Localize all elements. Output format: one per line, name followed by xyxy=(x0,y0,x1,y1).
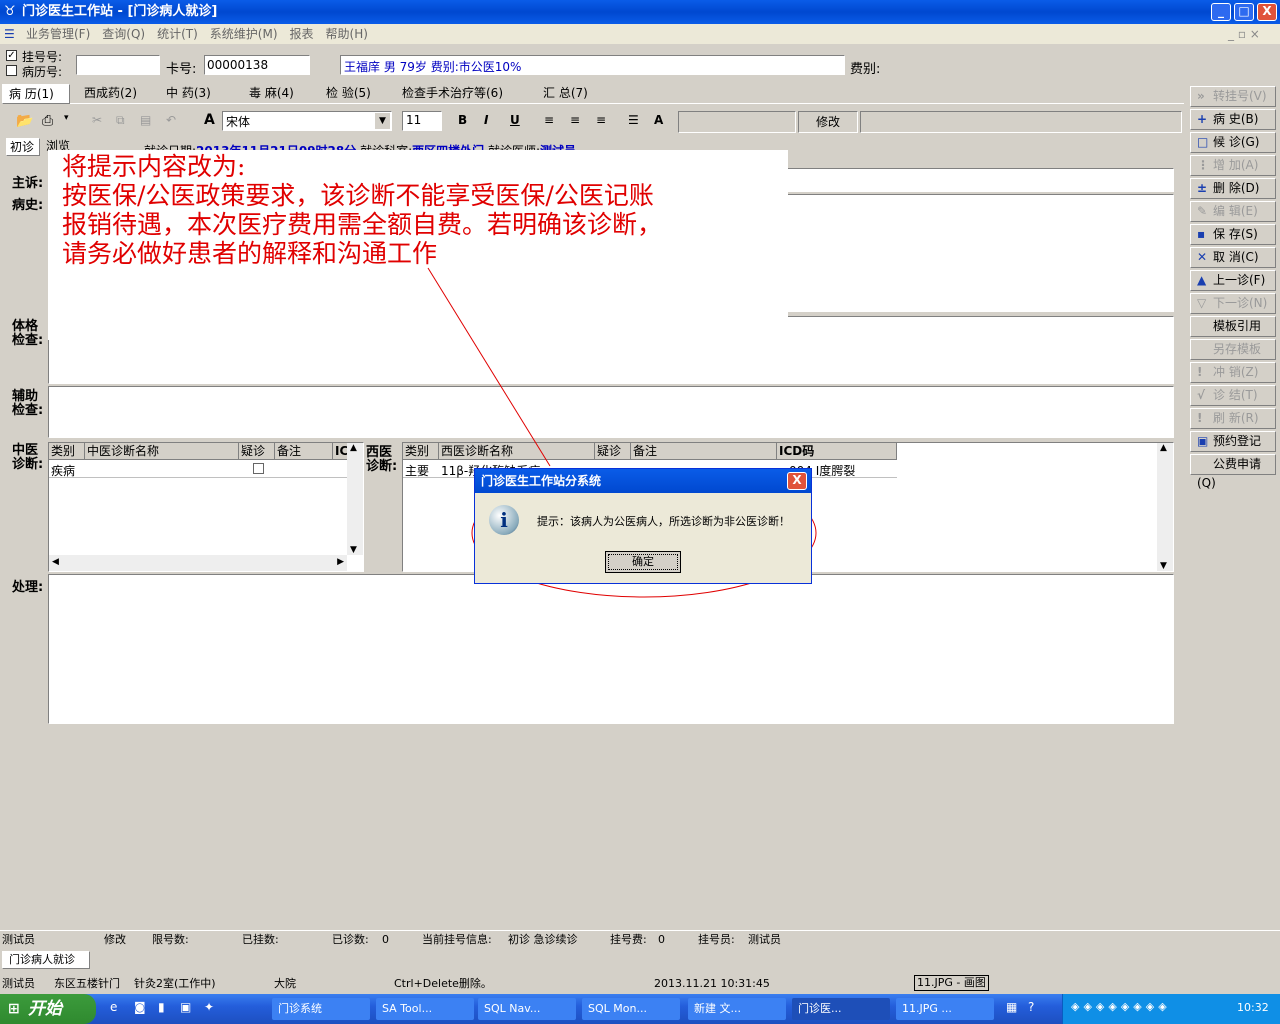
quicklaunch-icon-3[interactable]: ▮ xyxy=(158,1000,165,1014)
quicklaunch-icon-2[interactable]: ◙ xyxy=(134,1000,146,1014)
keyboard-icon[interactable]: ▦ xyxy=(1006,1000,1017,1014)
status-seen: 0 xyxy=(382,933,389,946)
taskbar-item[interactable]: 门诊医... xyxy=(792,998,890,1020)
tray-icons[interactable]: ◈◈◈◈◈◈◈◈ xyxy=(1071,1000,1171,1013)
ok-button[interactable]: 确定 xyxy=(605,551,681,573)
status2-user: 测试员 xyxy=(2,977,35,990)
taskbar: ⊞ 开始 e ◙ ▮ ▣ ✦ 门诊系统 SA Tool... SQL Nav... SQ… xyxy=(0,994,1280,1024)
dialog-close-button[interactable]: X xyxy=(787,472,807,490)
status2-campus: 大院 xyxy=(274,977,296,990)
alert-dialog: 门诊医生工作站分系统 X i 提示：该病人为公医病人，所选诊断为非公医诊断！ 确… xyxy=(474,468,812,584)
dialog-titlebar: 门诊医生工作站分系统 xyxy=(475,469,811,493)
start-button[interactable]: ⊞ 开始 xyxy=(0,994,96,1024)
status2-paint: 11.JPG - 画图 xyxy=(914,975,989,991)
taskbar-item[interactable]: SQL Nav... xyxy=(478,998,576,1020)
status-user: 测试员 xyxy=(2,933,35,946)
taskbar-item[interactable]: 11.JPG ... xyxy=(896,998,994,1020)
status2-room: 针灸2室(工作中) xyxy=(134,977,216,990)
status-current: 初诊 急诊续诊 xyxy=(508,933,578,946)
dialog-title: 门诊医生工作站分系统 xyxy=(481,474,602,488)
status-seen-label: 已诊数: xyxy=(332,933,369,946)
ie-icon[interactable]: e xyxy=(110,1000,117,1014)
status-reg-user: 测试员 xyxy=(748,933,781,946)
start-label: 开始 xyxy=(28,999,62,1019)
status-reg-user-label: 挂号员: xyxy=(698,933,735,946)
status2-dept: 东区五楼针门 xyxy=(54,977,120,990)
quicklaunch-icon-5[interactable]: ✦ xyxy=(204,1000,214,1014)
status2-hint: Ctrl+Delete删除。 xyxy=(394,977,492,990)
status-mode: 修改 xyxy=(104,933,126,946)
status-current-label: 当前挂号信息: xyxy=(422,933,492,946)
status-bar-bottom: 测试员 东区五楼针门 针灸2室(工作中) 大院 Ctrl+Delete删除。 2… xyxy=(0,975,1280,993)
windows-logo-icon: ⊞ xyxy=(8,1001,20,1017)
taskbar-item[interactable]: SQL Mon... xyxy=(582,998,680,1020)
help-icon[interactable]: ? xyxy=(1028,1000,1034,1014)
clock: 10:32 xyxy=(1237,1001,1269,1014)
dialog-message: 提示：该病人为公医病人，所选诊断为非公医诊断！ xyxy=(537,515,790,528)
system-tray: ◈◈◈◈◈◈◈◈ 10:32 xyxy=(1062,994,1280,1024)
taskbar-item[interactable]: 门诊系统 xyxy=(272,998,370,1020)
mdi-window-tab[interactable]: 门诊病人就诊 xyxy=(2,951,90,969)
quicklaunch-icon-4[interactable]: ▣ xyxy=(180,1000,191,1014)
status-limit-label: 限号数: xyxy=(152,933,189,946)
status2-datetime: 2013.11.21 10:31:45 xyxy=(654,977,770,990)
info-icon: i xyxy=(489,505,519,535)
taskbar-item[interactable]: 新建 文... xyxy=(688,998,786,1020)
status-bar: 测试员 修改 限号数: 已挂数: 已诊数: 0 当前挂号信息: 初诊 急诊续诊 … xyxy=(0,930,1280,948)
annotation-pointer-line xyxy=(427,267,551,467)
status-fee: 0 xyxy=(658,933,665,946)
status-fee-label: 挂号费: xyxy=(610,933,647,946)
taskbar-item[interactable]: SA Tool... xyxy=(376,998,474,1020)
status-registered-label: 已挂数: xyxy=(242,933,279,946)
